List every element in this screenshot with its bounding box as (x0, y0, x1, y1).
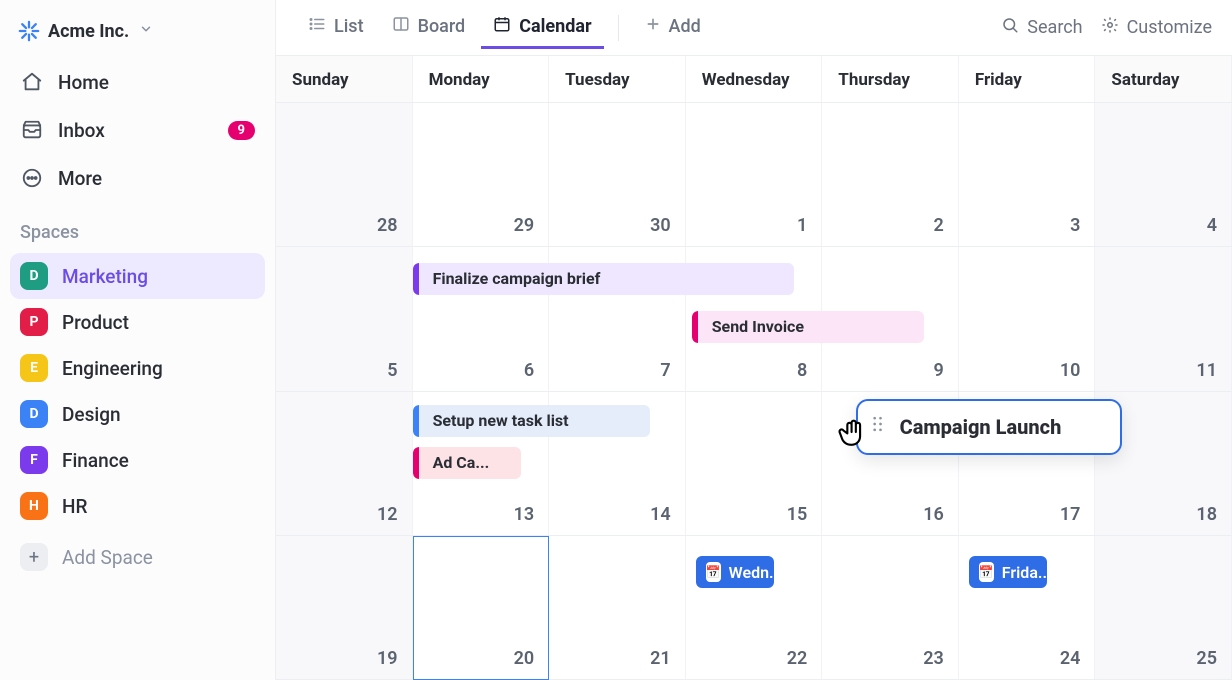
search-button[interactable]: Search (1001, 16, 1082, 39)
event-label: Send Invoice (712, 317, 804, 336)
event-label: Finalize campaign brief (433, 269, 601, 288)
nav-inbox[interactable]: Inbox 9 (10, 108, 265, 152)
drag-handle-icon (870, 414, 886, 439)
calendar-header: SundayMondayTuesdayWednesdayThursdayFrid… (276, 56, 1232, 103)
calendar-event[interactable]: Ad Ca... (413, 447, 521, 479)
day-header-thursday: Thursday (822, 56, 959, 102)
day-header-monday: Monday (413, 56, 550, 102)
day-header-tuesday: Tuesday (549, 56, 686, 102)
calendar-event[interactable]: Setup new task list (413, 405, 651, 437)
board-icon (392, 15, 410, 38)
gcal-icon: 📅 (979, 562, 994, 582)
app-logo-icon (18, 20, 40, 42)
inbox-icon (20, 118, 44, 142)
plus-icon: + (20, 543, 48, 571)
view-toolbar: List Board Calendar Add (276, 0, 1232, 56)
customize-label: Customize (1127, 17, 1212, 38)
workspace-name: Acme Inc. (48, 21, 129, 42)
calendar-overlay: Finalize campaign brief Send Invoice Setup… (276, 103, 1232, 680)
search-icon (1001, 16, 1019, 39)
gcal-icon: 📅 (706, 562, 721, 582)
nav-home[interactable]: Home (10, 60, 265, 104)
calendar-event[interactable]: Finalize campaign brief (413, 263, 794, 295)
plus-icon (645, 16, 661, 37)
grab-cursor-icon (836, 415, 870, 449)
calendar-body: 2829301234567891011121314151617181920212… (276, 103, 1232, 680)
view-tab-board[interactable]: Board (380, 7, 478, 49)
event-label: Ad Ca... (433, 453, 490, 472)
space-item-marketing[interactable]: D Marketing (10, 253, 265, 299)
main: List Board Calendar Add (276, 0, 1232, 680)
search-label: Search (1027, 17, 1082, 38)
nav-more-label: More (58, 167, 102, 190)
calendar-event[interactable]: 📅 Frida... (969, 556, 1047, 588)
space-item-finance[interactable]: F Finance (10, 437, 265, 483)
nav-inbox-label: Inbox (58, 119, 105, 142)
event-label: Frida... (1002, 563, 1047, 582)
home-icon (20, 70, 44, 94)
view-tab-list[interactable]: List (296, 7, 376, 49)
calendar-event[interactable]: 📅 Wedn... (696, 556, 774, 588)
event-label: Wedn... (729, 563, 774, 582)
dragging-event-card[interactable]: Campaign Launch (856, 399, 1122, 455)
add-view-button[interactable]: Add (633, 8, 713, 48)
add-space-button[interactable]: + Add Space (10, 533, 265, 581)
inbox-badge: 9 (228, 121, 255, 140)
space-label: HR (62, 495, 87, 518)
nav-more[interactable]: More (10, 156, 265, 200)
space-item-product[interactable]: P Product (10, 299, 265, 345)
space-label: Design (62, 403, 121, 426)
space-avatar: D (20, 400, 48, 428)
workspace-switcher[interactable]: Acme Inc. (10, 14, 265, 56)
space-item-engineering[interactable]: E Engineering (10, 345, 265, 391)
list-icon (308, 15, 326, 38)
calendar: SundayMondayTuesdayWednesdayThursdayFrid… (276, 56, 1232, 680)
event-color-bar (692, 311, 698, 343)
nav-home-label: Home (58, 71, 109, 94)
space-avatar: P (20, 308, 48, 336)
space-avatar: F (20, 446, 48, 474)
event-label: Setup new task list (433, 411, 569, 430)
chevron-down-icon (139, 22, 153, 40)
customize-button[interactable]: Customize (1101, 16, 1212, 39)
day-header-friday: Friday (959, 56, 1096, 102)
sidebar: Acme Inc. Home Inbox 9 More Spaces D (0, 0, 276, 680)
space-label: Finance (62, 449, 129, 472)
space-label: Product (62, 311, 129, 334)
calendar-event[interactable]: Send Invoice (692, 311, 924, 343)
view-tab-calendar-label: Calendar (519, 16, 591, 37)
space-item-design[interactable]: D Design (10, 391, 265, 437)
dragging-event-label: Campaign Launch (900, 415, 1062, 439)
view-tab-list-label: List (334, 16, 364, 37)
day-header-saturday: Saturday (1095, 56, 1232, 102)
view-tab-board-label: Board (418, 16, 466, 37)
add-view-label: Add (669, 16, 701, 37)
space-avatar: E (20, 354, 48, 382)
day-header-sunday: Sunday (276, 56, 413, 102)
gear-icon (1101, 16, 1119, 39)
calendar-icon (493, 15, 511, 38)
space-label: Engineering (62, 357, 163, 380)
event-color-bar (413, 447, 419, 479)
spaces-section-title: Spaces (10, 204, 265, 249)
day-header-wednesday: Wednesday (686, 56, 823, 102)
more-icon (20, 166, 44, 190)
space-item-hr[interactable]: H HR (10, 483, 265, 529)
space-label: Marketing (62, 265, 148, 288)
add-space-label: Add Space (62, 546, 153, 569)
view-tab-calendar[interactable]: Calendar (481, 7, 603, 49)
event-color-bar (413, 405, 419, 437)
space-avatar: D (20, 262, 48, 290)
space-avatar: H (20, 492, 48, 520)
toolbar-divider (618, 15, 619, 41)
event-color-bar (413, 263, 419, 295)
